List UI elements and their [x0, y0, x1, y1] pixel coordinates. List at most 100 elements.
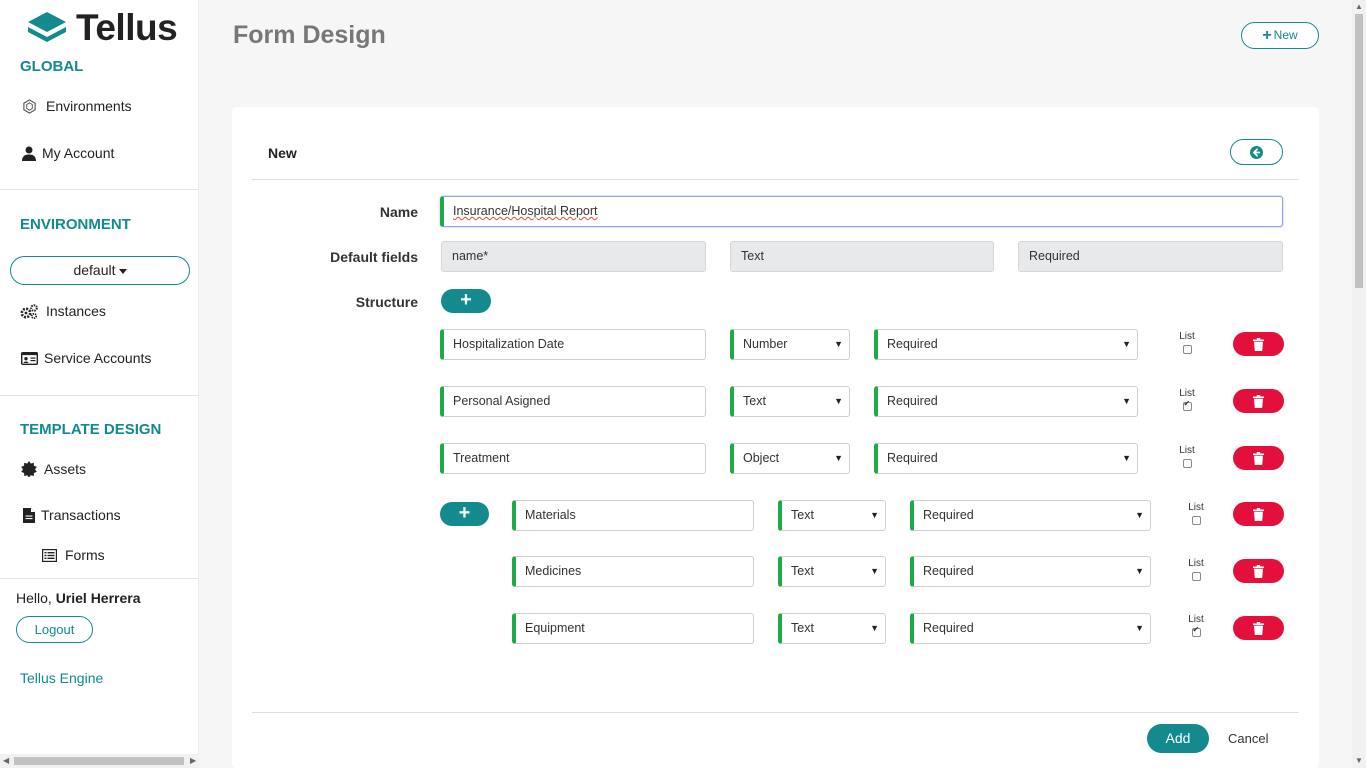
add-field-button[interactable]: +	[441, 289, 491, 313]
subfield-name-input[interactable]: Medicines	[512, 556, 754, 587]
environment-select-value: default	[73, 262, 116, 278]
section-title-environment: ENVIRONMENT	[20, 216, 131, 233]
select-arrow-icon: ▼	[1135, 510, 1144, 520]
add-subfield-button[interactable]: +	[440, 502, 489, 526]
scroll-up-icon[interactable]: ▲	[1355, 2, 1363, 11]
tellus-logo-icon	[28, 12, 66, 42]
delete-field-button[interactable]	[1233, 332, 1284, 356]
sidebar-item-transactions[interactable]: Transactions	[20, 506, 121, 524]
add-button[interactable]: Add	[1147, 724, 1209, 753]
select-value: Required	[887, 451, 938, 465]
sidebar-item-service-accounts[interactable]: Service Accounts	[20, 349, 151, 367]
sidebar-item-instances[interactable]: Instances	[20, 302, 106, 320]
select-value: Required	[887, 394, 938, 408]
list-checkbox[interactable]	[1191, 516, 1201, 525]
subfield-requirement-select[interactable]: Required ▼	[910, 613, 1151, 644]
gears-icon	[20, 302, 38, 320]
trash-icon	[1253, 337, 1264, 351]
delete-subfield-button[interactable]	[1233, 616, 1284, 640]
logout-button[interactable]: Logout	[16, 616, 93, 643]
user-name: Uriel Herrera	[55, 590, 141, 606]
field-name-input[interactable]: Treatment	[440, 443, 706, 474]
scroll-down-icon[interactable]: ▼	[1355, 756, 1363, 765]
list-toggle: List	[1181, 558, 1211, 584]
greeting-prefix: Hello,	[16, 590, 52, 606]
vertical-scrollbar[interactable]: ▲ ▼	[1352, 0, 1366, 768]
select-value: Required	[923, 508, 974, 522]
subfield-requirement-select[interactable]: Required ▼	[910, 556, 1151, 587]
cancel-button[interactable]: Cancel	[1228, 731, 1268, 746]
select-value: Object	[743, 451, 780, 465]
trash-icon	[1253, 451, 1264, 465]
plus-icon: +	[1262, 27, 1272, 44]
field-name-input[interactable]: Hospitalization Date	[440, 329, 706, 360]
default-fields-label: Default fields	[330, 249, 418, 265]
new-button-label: New	[1273, 28, 1298, 42]
scrollbar-thumb[interactable]	[1355, 14, 1363, 288]
select-arrow-icon: ▼	[1122, 453, 1131, 463]
scroll-right-icon[interactable]: ▶	[190, 756, 196, 765]
field-requirement-select[interactable]: Required ▼	[874, 329, 1138, 360]
delete-field-button[interactable]	[1233, 446, 1284, 470]
sidebar-item-label: Forms	[65, 547, 105, 563]
scroll-left-icon[interactable]: ◀	[3, 756, 9, 765]
name-input[interactable]: Insurance/Hospital Report	[440, 196, 1283, 227]
list-label: List	[1179, 445, 1195, 456]
field-requirement-select[interactable]: Required ▼	[874, 443, 1138, 474]
field-type-select[interactable]: Object ▼	[730, 443, 850, 474]
subfield-requirement-select[interactable]: Required ▼	[910, 500, 1151, 531]
list-label: List	[1179, 331, 1195, 342]
list-checkbox[interactable]	[1182, 345, 1192, 354]
sidebar-item-my-account[interactable]: My Account	[20, 144, 114, 162]
list-label: List	[1188, 614, 1204, 625]
brand-logo[interactable]: Tellus	[26, 7, 178, 48]
tellus-engine-link[interactable]: Tellus Engine	[20, 670, 103, 686]
greeting: Hello, Uriel Herrera	[16, 590, 141, 606]
select-arrow-icon: ▼	[1122, 339, 1131, 349]
subfield-name-input[interactable]: Equipment	[512, 613, 754, 644]
delete-field-button[interactable]	[1233, 389, 1284, 413]
field-type-select[interactable]: Number ▼	[730, 329, 850, 360]
list-label: List	[1188, 558, 1204, 569]
trash-icon	[1253, 564, 1264, 578]
subfield-type-select[interactable]: Text ▼	[778, 613, 886, 644]
sidebar-item-label: Service Accounts	[44, 350, 152, 366]
list-checkbox[interactable]	[1191, 572, 1201, 581]
trash-icon	[1253, 621, 1264, 635]
select-arrow-icon: ▼	[870, 566, 879, 576]
subfield-name-input[interactable]: Materials	[512, 500, 754, 531]
subfield-type-select[interactable]: Text ▼	[778, 556, 886, 587]
environment-select[interactable]: default	[10, 256, 190, 285]
user-icon	[20, 144, 38, 162]
list-checkbox[interactable]	[1182, 399, 1192, 411]
list-checkbox[interactable]	[1191, 625, 1201, 637]
select-value: Text	[791, 621, 814, 635]
back-button[interactable]	[1230, 139, 1283, 165]
card-divider	[252, 179, 1299, 180]
sidebar-item-assets[interactable]: Assets	[20, 460, 86, 478]
list-toggle: List	[1181, 502, 1211, 528]
subfield-type-select[interactable]: Text ▼	[778, 500, 886, 531]
list-toggle: List	[1172, 388, 1202, 414]
structure-label: Structure	[355, 294, 418, 310]
select-arrow-icon: ▼	[834, 453, 843, 463]
delete-subfield-button[interactable]	[1233, 559, 1284, 583]
field-requirement-select[interactable]: Required ▼	[874, 386, 1138, 417]
list-checkbox[interactable]	[1182, 459, 1192, 468]
form-card: New Name Insurance/Hospital Report Defau…	[232, 107, 1319, 768]
horizontal-scrollbar[interactable]: ◀ ▶	[0, 754, 199, 768]
delete-subfield-button[interactable]	[1233, 502, 1284, 526]
list-label: List	[1179, 388, 1195, 399]
sidebar-divider	[0, 395, 199, 396]
scrollbar-thumb[interactable]	[14, 757, 184, 765]
sidebar-item-environments[interactable]: Environments	[20, 97, 132, 115]
field-name-input[interactable]: Personal Asigned	[440, 386, 706, 417]
new-button[interactable]: + New	[1241, 22, 1319, 49]
sidebar: Tellus GLOBAL Environments My Account EN…	[0, 0, 199, 768]
field-type-select[interactable]: Text ▼	[730, 386, 850, 417]
sidebar-item-forms[interactable]: Forms	[40, 546, 105, 564]
list-toggle: List	[1172, 331, 1202, 357]
sidebar-item-label: My Account	[42, 145, 115, 161]
section-title-global: GLOBAL	[20, 58, 84, 75]
page-title: Form Design	[233, 21, 386, 49]
